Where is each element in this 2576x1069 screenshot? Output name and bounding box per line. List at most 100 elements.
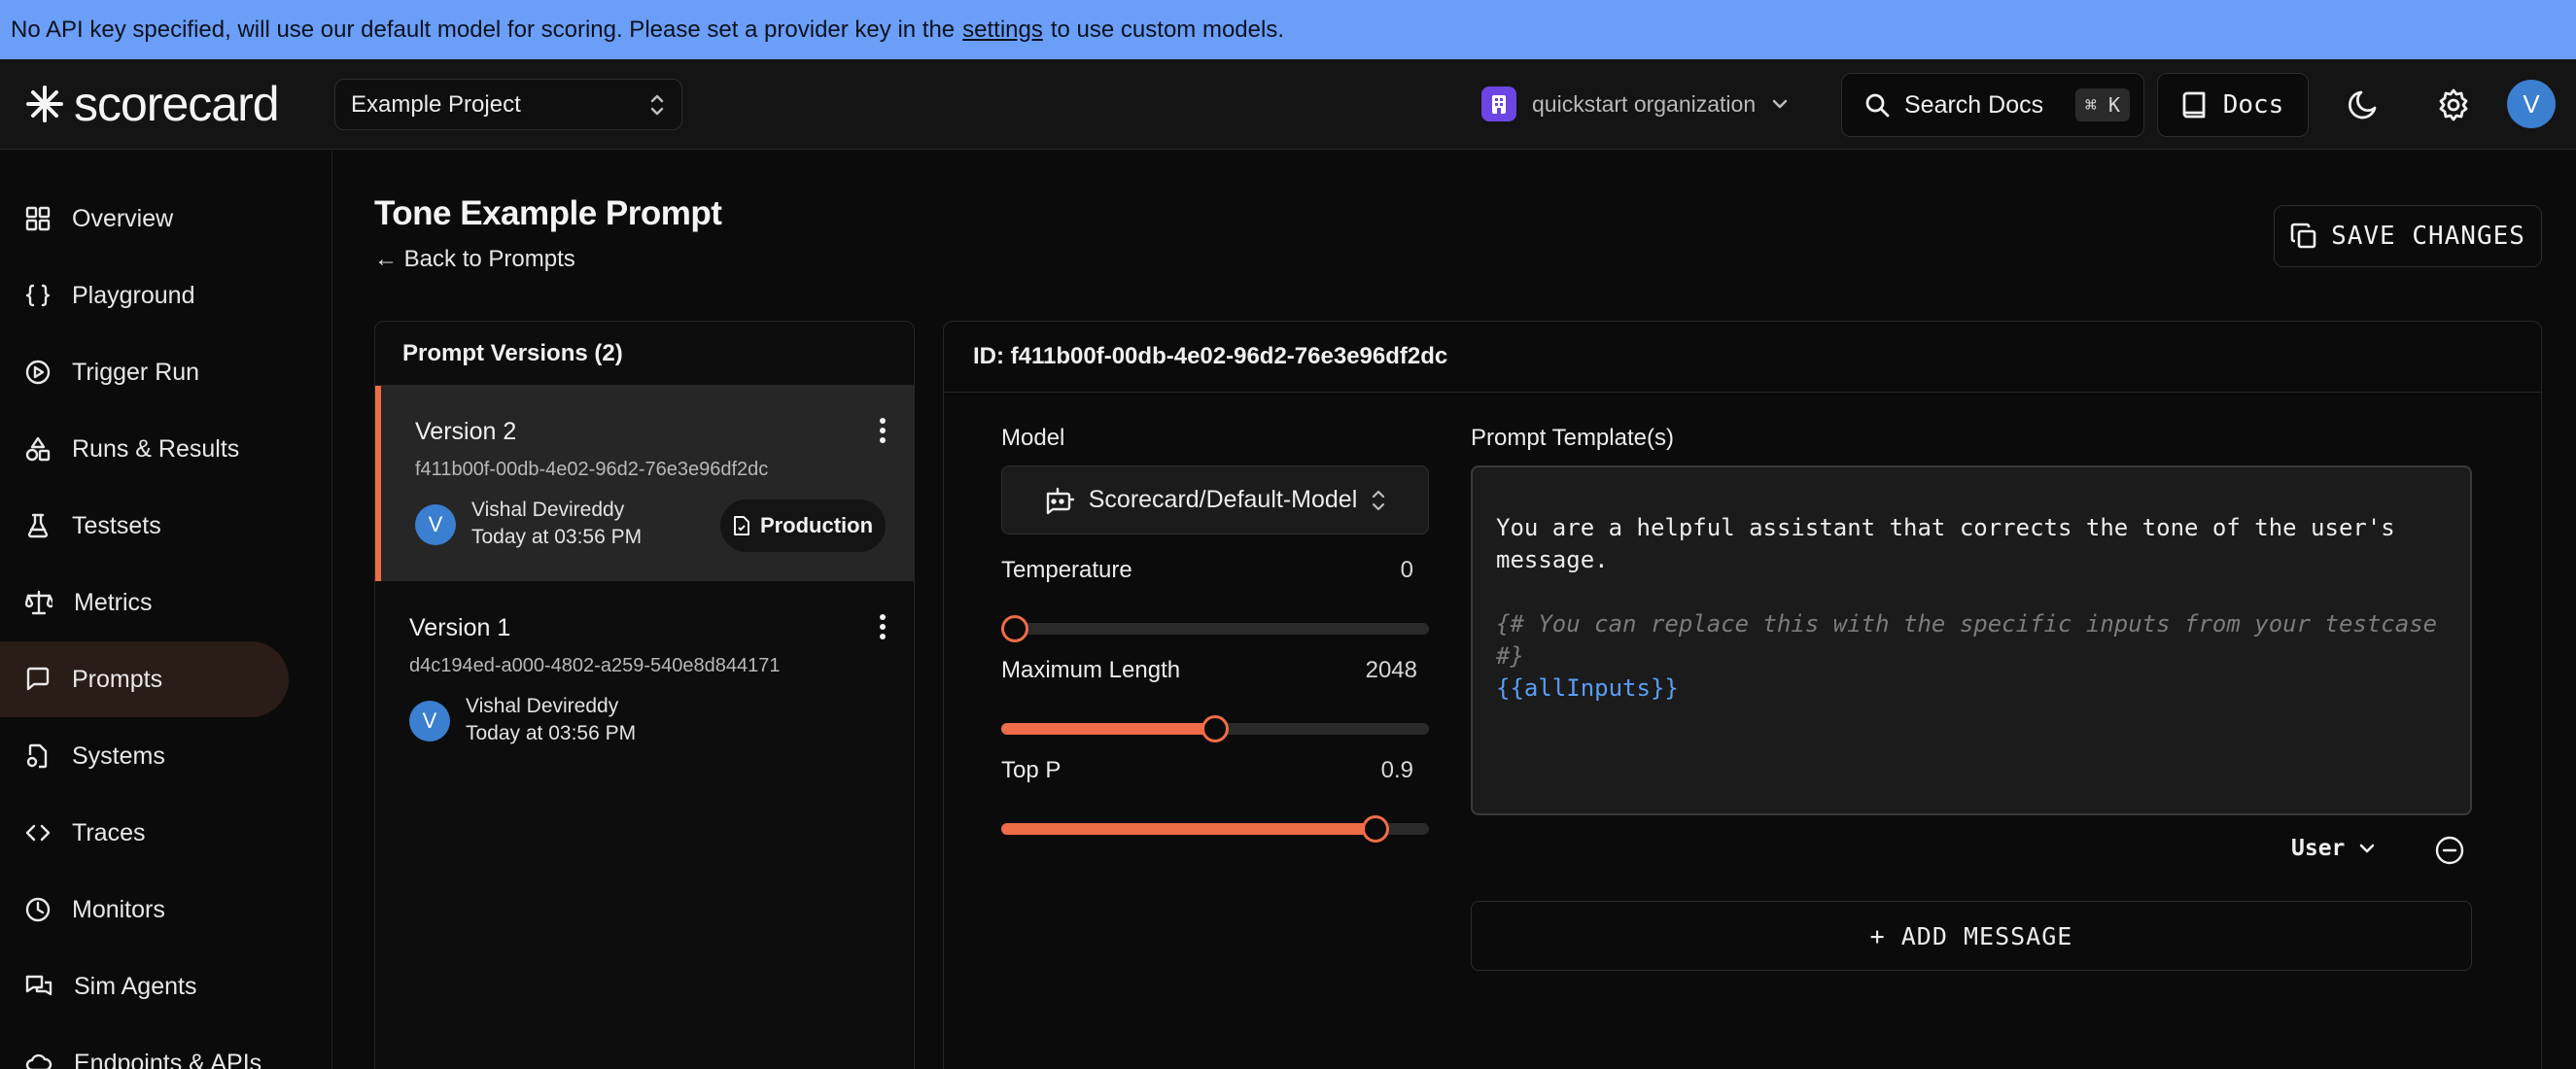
- prompt-id: ID: f411b00f-00db-4e02-96d2-76e3e96df2dc: [944, 322, 2541, 393]
- version-item[interactable]: Version 2 f411b00f-00db-4e02-96d2-76e3e9…: [375, 386, 914, 581]
- messages-icon: [25, 974, 52, 999]
- file-cog-icon: [25, 743, 51, 769]
- back-to-prompts-link[interactable]: ← Back to Prompts: [374, 246, 575, 273]
- sidebar-item-overview[interactable]: Overview: [0, 181, 289, 257]
- prompt-template-editor[interactable]: You are a helpful assistant that correct…: [1471, 466, 2472, 815]
- remove-message-button[interactable]: [2434, 835, 2465, 866]
- page-title: Tone Example Prompt: [374, 194, 722, 232]
- author-name: Vishal Devireddy: [466, 695, 619, 717]
- model-name: Scorecard/Default-Model: [1088, 486, 1358, 513]
- sidebar-item-systems[interactable]: Systems: [0, 718, 289, 794]
- sidebar-item-playground[interactable]: Playground: [0, 258, 289, 333]
- sidebar-item-label: Sim Agents: [74, 972, 197, 1000]
- version-item[interactable]: Version 1 d4c194ed-a000-4802-a259-540e8d…: [375, 582, 914, 777]
- bot-icon: [1044, 486, 1075, 515]
- sidebar-item-runs-results[interactable]: Runs & Results: [0, 411, 289, 487]
- more-vertical-icon[interactable]: [871, 609, 894, 644]
- sidebar-item-metrics[interactable]: Metrics: [0, 565, 289, 640]
- sidebar-item-label: Monitors: [72, 895, 165, 923]
- sidebar-item-trigger-run[interactable]: Trigger Run: [0, 334, 289, 410]
- slider-thumb[interactable]: [1001, 615, 1028, 642]
- sidebar-item-label: Traces: [72, 818, 146, 846]
- search-docs-button[interactable]: Search Docs ⌘ K: [1841, 73, 2144, 137]
- sidebar-item-label: Prompts: [72, 665, 163, 693]
- sidebar-item-label: Endpoints & APIs: [74, 1049, 262, 1069]
- template-comment: {# You can replace this with the specifi…: [1496, 610, 2452, 670]
- sidebar-item-label: Testsets: [72, 511, 161, 539]
- model-label: Model: [1001, 425, 1065, 451]
- sidebar-item-monitors[interactable]: Monitors: [0, 872, 289, 948]
- project-select[interactable]: Example Project: [334, 79, 682, 130]
- settings-link[interactable]: settings: [962, 17, 1043, 44]
- save-changes-label: SAVE CHANGES: [2331, 222, 2525, 251]
- docs-button[interactable]: Docs: [2157, 73, 2309, 137]
- version-name: Version 2: [415, 418, 517, 445]
- sidebar-item-label: Trigger Run: [72, 358, 200, 386]
- version-name: Version 1: [409, 614, 511, 641]
- book-icon: [2182, 89, 2210, 121]
- api-key-banner: No API key specified, will use our defau…: [0, 0, 2576, 59]
- chevrons-up-down-icon: [1371, 489, 1386, 512]
- chevron-down-icon: [1771, 98, 1789, 110]
- code-icon: [25, 820, 51, 845]
- version-id: f411b00f-00db-4e02-96d2-76e3e96df2dc: [415, 459, 769, 480]
- more-vertical-icon[interactable]: [871, 413, 894, 448]
- settings-button[interactable]: [2429, 81, 2478, 129]
- braces-icon: [25, 283, 51, 308]
- slider-thumb[interactable]: [1361, 815, 1389, 843]
- template-variable: {{allInputs}}: [1496, 674, 1679, 702]
- minus-circle-icon: [2434, 835, 2465, 866]
- save-changes-button[interactable]: SAVE CHANGES: [2274, 205, 2542, 267]
- grid-icon: [25, 206, 51, 231]
- role-select[interactable]: User: [2291, 836, 2376, 861]
- prompt-template-label: Prompt Template(s): [1471, 425, 1674, 451]
- max-length-label: Maximum Length: [1001, 657, 1181, 683]
- production-label: Production: [759, 513, 874, 537]
- user-avatar[interactable]: V: [2507, 80, 2556, 128]
- temperature-label: Temperature: [1001, 557, 1132, 583]
- sidebar-item-traces[interactable]: Traces: [0, 795, 289, 871]
- sidebar-item-label: Systems: [72, 741, 165, 770]
- file-check-icon: [733, 515, 750, 536]
- model-select[interactable]: Scorecard/Default-Model: [1001, 466, 1429, 534]
- scale-icon: [25, 590, 52, 615]
- banner-text: No API key specified, will use our defau…: [11, 16, 956, 43]
- sidebar-item-label: Metrics: [74, 588, 153, 616]
- copy-icon: [2290, 223, 2317, 250]
- organization-select[interactable]: quickstart organization: [1481, 86, 1789, 121]
- sidebar-item-label: Playground: [72, 281, 195, 309]
- logo-wordmark: scorecard: [74, 77, 280, 131]
- add-message-button[interactable]: + ADD MESSAGE: [1471, 901, 2472, 971]
- top-p-slider[interactable]: [1001, 815, 1429, 843]
- temperature-slider[interactable]: [1001, 615, 1429, 642]
- banner-text-after: to use custom models.: [1050, 16, 1284, 43]
- version-timestamp: Today at 03:56 PM: [466, 722, 637, 744]
- sidebar-item-label: Overview: [72, 204, 174, 232]
- project-name: Example Project: [351, 90, 521, 118]
- theme-toggle-button[interactable]: [2339, 81, 2387, 129]
- sidebar-item-testsets[interactable]: Testsets: [0, 488, 289, 564]
- logo[interactable]: scorecard: [25, 77, 280, 131]
- docs-label: Docs: [2222, 90, 2284, 120]
- keyboard-shortcut: ⌘ K: [2074, 88, 2130, 121]
- asterisk-logo-icon: [25, 85, 64, 123]
- prompt-versions-header: Prompt Versions (2): [375, 322, 914, 386]
- shapes-icon: [25, 436, 51, 462]
- author-avatar: V: [415, 504, 456, 545]
- sidebar-item-label: Runs & Results: [72, 434, 240, 463]
- max-length-slider[interactable]: [1001, 715, 1429, 742]
- top-p-label: Top P: [1001, 757, 1062, 783]
- organization-name: quickstart organization: [1532, 90, 1757, 117]
- flask-icon: [25, 513, 51, 538]
- building-icon: [1481, 86, 1516, 121]
- chevrons-up-down-icon: [648, 92, 666, 118]
- moon-icon: [2346, 87, 2381, 122]
- sidebar-item-sim-agents[interactable]: Sim Agents: [0, 948, 289, 1024]
- gear-icon: [2436, 87, 2471, 122]
- chevron-down-icon: [2358, 843, 2376, 854]
- sidebar-item-endpoints-apis[interactable]: Endpoints & APIs: [0, 1025, 289, 1069]
- sidebar-item-prompts[interactable]: Prompts: [0, 641, 289, 717]
- top-bar: scorecard Example Project quickstart org…: [0, 59, 2576, 150]
- slider-thumb[interactable]: [1201, 715, 1229, 742]
- production-badge[interactable]: Production: [720, 500, 886, 552]
